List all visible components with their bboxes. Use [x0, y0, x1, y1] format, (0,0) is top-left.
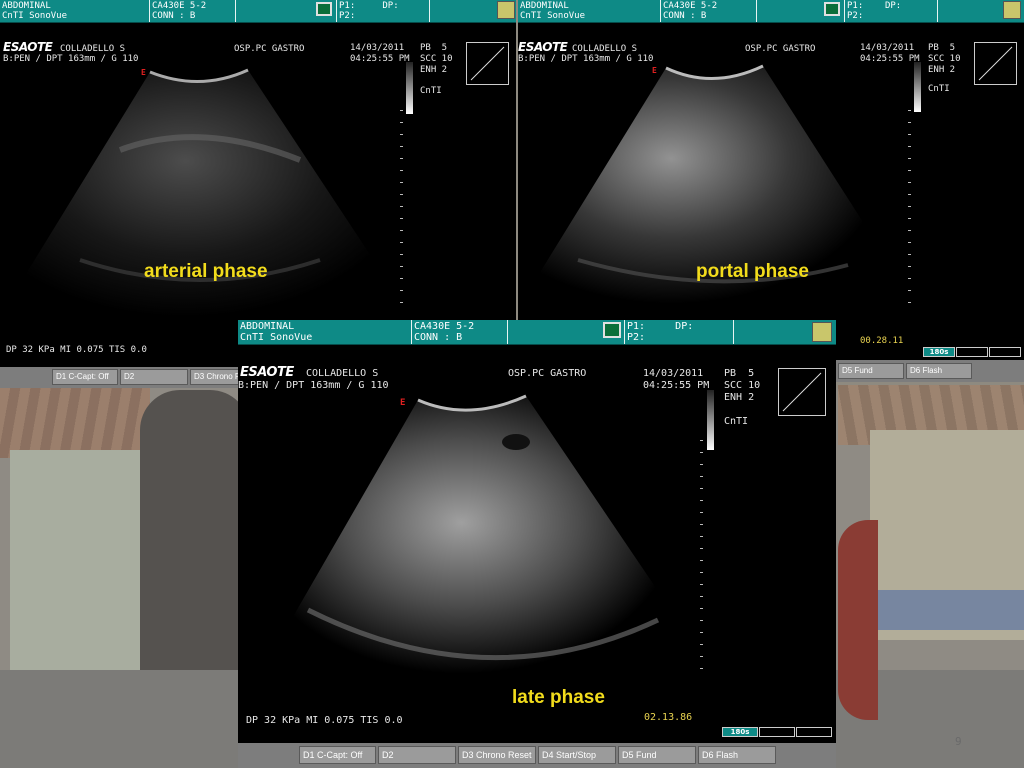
fkey-d4[interactable]: D4 Start/Stop	[538, 746, 616, 764]
fkey-d2[interactable]: D2	[120, 369, 188, 385]
chrono-timer: 00.28.11	[860, 336, 904, 346]
fkey-d2[interactable]: D2	[378, 746, 456, 764]
depth-ticks	[700, 440, 703, 680]
timer-progress-bar: 180s	[722, 727, 832, 737]
dp-readout: DP 32 KPa MI 0.075 TIS 0.0	[6, 345, 147, 355]
function-keys-right: D5 Fund D6 Flash	[838, 363, 972, 379]
fkey-d3[interactable]: D3 Chrono Reset	[458, 746, 536, 764]
function-keys-late: D1 C-Capt: Off D2 D3 Chrono Reset D4 Sta…	[299, 746, 776, 764]
function-keys-left: D1 C-Capt: Off D2 D3 Chrono R	[52, 369, 240, 385]
timer-duration: 180s	[722, 727, 758, 737]
fkey-d5[interactable]: D5 Fund	[838, 363, 904, 379]
ultrasound-arterial: ABDOMINAL CnTI SonoVue CA430E 5-2 CONN :…	[0, 0, 516, 367]
roof-tiles-left	[0, 388, 150, 458]
fkey-d6[interactable]: D6 Flash	[906, 363, 972, 379]
chrono-timer: 02.13.86	[644, 712, 693, 723]
timer-progress-bar: 180s	[923, 347, 1021, 357]
depth-ticks	[908, 110, 911, 310]
person-right-edge	[838, 520, 878, 720]
fkey-d3[interactable]: D3 Chrono R	[190, 369, 240, 385]
fkey-d1[interactable]: D1 C-Capt: Off	[52, 369, 118, 385]
ultrasound-scan-image	[10, 68, 400, 330]
timer-duration: 180s	[923, 347, 955, 357]
fkey-d6[interactable]: D6 Flash	[698, 746, 776, 764]
dp-readout: DP 32 KPa MI 0.075 TIS 0.0	[246, 715, 403, 726]
ultrasound-scan-image	[268, 394, 698, 698]
ultrasound-portal: ABDOMINAL CnTI SonoVue CA430E 5-2 CONN :…	[518, 0, 1024, 360]
house-wall-left	[10, 450, 150, 680]
ultrasound-scan-image	[523, 64, 913, 330]
ultrasound-late: ABDOMINAL CnTI SonoVue CA430E 5-2 CONN :…	[238, 320, 836, 743]
phase-label-portal: portal phase	[696, 261, 809, 282]
wall-stripe-right	[870, 590, 1024, 630]
fkey-d5[interactable]: D5 Fund	[618, 746, 696, 764]
page-number: 9	[955, 735, 962, 748]
depth-ticks	[400, 110, 403, 310]
phase-label-arterial: arterial phase	[144, 261, 268, 282]
phase-label-late: late phase	[512, 687, 605, 708]
fkey-d1[interactable]: D1 C-Capt: Off	[299, 746, 376, 764]
